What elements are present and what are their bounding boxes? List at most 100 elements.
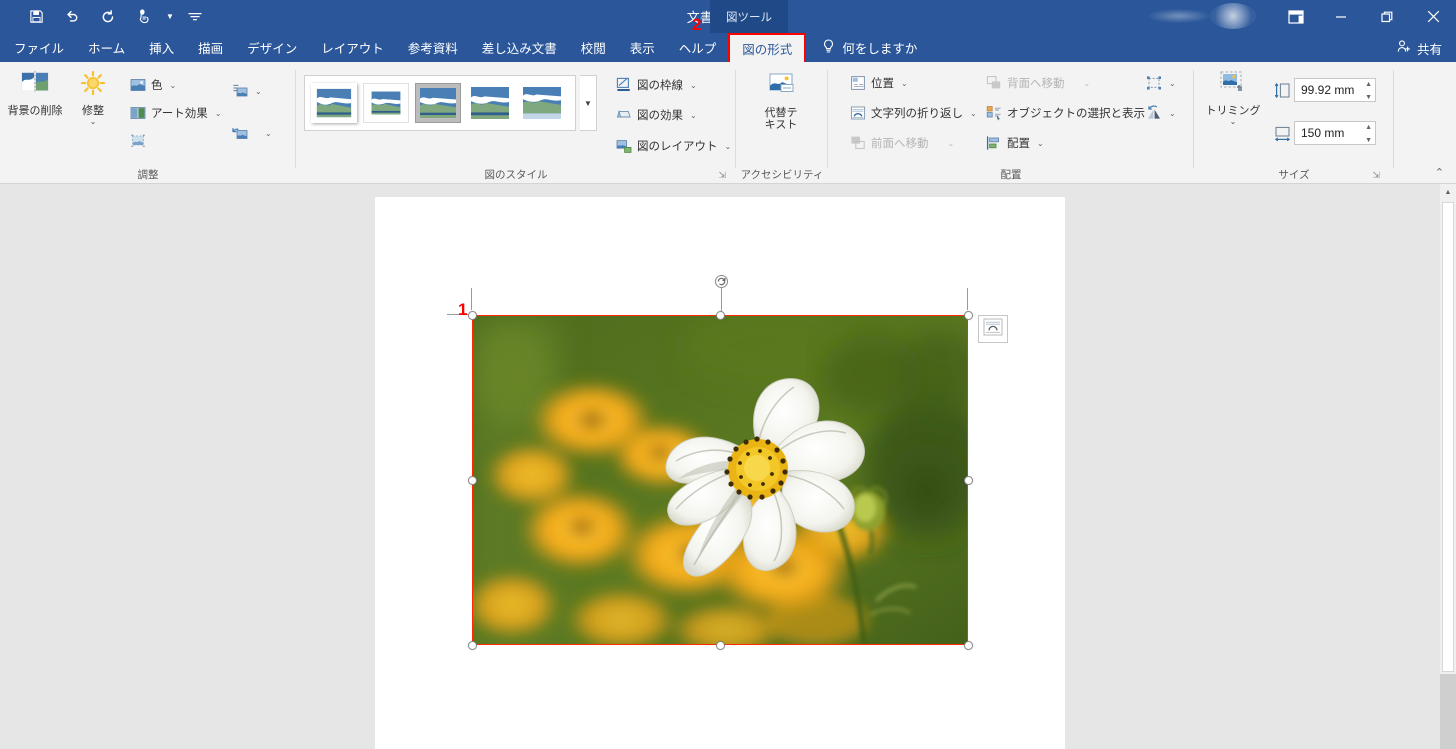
scrollbar-track[interactable] — [1440, 674, 1456, 749]
position-button[interactable]: 位置 ⌄ — [850, 72, 908, 94]
share-person-icon — [1396, 39, 1411, 57]
picture-styles-gallery[interactable] — [304, 75, 576, 131]
picture-layout-button[interactable]: 図のレイアウト ⌄ — [616, 135, 731, 157]
artistic-effects-button[interactable]: アート効果 ⌄ — [130, 102, 222, 124]
color-button[interactable]: 色 ⌄ — [130, 74, 176, 96]
size-dialog-launcher[interactable]: ⇲ — [1372, 170, 1380, 181]
selection-pane-button[interactable]: オブジェクトの選択と表示 — [986, 102, 1145, 124]
crop-guide-line-top-right — [967, 288, 968, 310]
picture-style-thumb[interactable] — [519, 83, 565, 123]
ribbon-display-options-icon[interactable] — [1274, 0, 1318, 33]
color-label: 色 — [151, 80, 163, 92]
wrap-text-label: 文字列の折り返し — [871, 108, 963, 120]
picture-style-thumb[interactable] — [415, 83, 461, 123]
undo-icon[interactable] — [54, 3, 90, 31]
group-objects-chevron-down-icon[interactable]: ⌄ — [1169, 79, 1176, 88]
resize-handle-middle-left[interactable] — [468, 476, 477, 485]
shape-height-input[interactable]: 99.92 mm ▲ ▼ — [1294, 78, 1376, 102]
group-objects-button[interactable]: ⌄ — [1146, 72, 1176, 94]
tab-insert[interactable]: 挿入 — [137, 33, 186, 62]
picture-style-thumb[interactable] — [467, 83, 513, 123]
close-icon[interactable] — [1410, 0, 1456, 33]
color-icon — [130, 77, 146, 93]
tab-design[interactable]: デザイン — [235, 33, 309, 62]
align-chevron-down-icon[interactable]: ⌄ — [1037, 139, 1044, 148]
tab-picture-format[interactable]: 図の形式 — [728, 33, 807, 62]
wrap-text-button[interactable]: 文字列の折り返し ⌄ — [850, 102, 977, 124]
remove-background-button[interactable]: 背景の削除 — [4, 70, 66, 117]
picture-styles-more-button[interactable]: ▼ — [580, 75, 597, 131]
resize-handle-top-center[interactable] — [716, 311, 725, 320]
vertical-scrollbar[interactable]: ▲ — [1440, 184, 1456, 749]
picture-border-chevron-down-icon[interactable]: ⌄ — [690, 81, 697, 90]
tab-review[interactable]: 校閲 — [569, 33, 618, 62]
shape-width-value: 150 mm — [1301, 126, 1345, 140]
rotate-objects-button[interactable]: ⌄ — [1146, 102, 1176, 124]
picture-styles-dialog-launcher[interactable]: ⇲ — [718, 170, 726, 181]
rotate-objects-chevron-down-icon[interactable]: ⌄ — [1169, 109, 1176, 118]
reset-picture-button[interactable]: ⌄ — [232, 122, 272, 144]
tab-file[interactable]: ファイル — [0, 33, 76, 62]
corrections-button[interactable]: 修整 ⌄ — [62, 70, 124, 126]
shape-height-stepper[interactable]: ▲ ▼ — [1365, 81, 1372, 101]
compress-pictures-icon — [232, 83, 248, 99]
tab-mailings[interactable]: 差し込み文書 — [470, 33, 569, 62]
wrap-text-chevron-down-icon[interactable]: ⌄ — [970, 109, 977, 118]
tab-view[interactable]: 表示 — [618, 33, 667, 62]
picture-layout-chevron-down-icon[interactable]: ⌄ — [725, 142, 732, 151]
scroll-up-icon[interactable]: ▲ — [1440, 184, 1456, 200]
tab-home[interactable]: ホーム — [76, 33, 137, 62]
position-label: 位置 — [871, 78, 894, 90]
tab-layout[interactable]: レイアウト — [309, 33, 396, 62]
crop-button[interactable]: トリミング ⌄ — [1202, 70, 1264, 126]
ribbon-group-arrange: 位置 ⌄ 文字列の折り返し ⌄ 前面へ移動 ⌄ 背面へ移動 ⌄ オブジェクトの選… — [828, 62, 1194, 184]
alt-text-button[interactable]: 代替テ キスト — [750, 72, 812, 132]
corrections-chevron-down-icon[interactable]: ⌄ — [90, 117, 97, 126]
picture-style-thumb[interactable] — [311, 83, 357, 123]
reset-picture-chevron-down-icon[interactable]: ⌄ — [265, 129, 272, 138]
tab-draw[interactable]: 描画 — [186, 33, 235, 62]
compress-pictures-button[interactable]: ⌄ — [232, 80, 262, 102]
resize-handle-top-left[interactable] — [468, 311, 477, 320]
color-chevron-down-icon[interactable]: ⌄ — [170, 81, 177, 90]
tab-help[interactable]: ヘルプ — [667, 33, 729, 62]
touch-mouse-mode-icon[interactable] — [126, 3, 162, 31]
picture-effects-button[interactable]: 図の効果 ⌄ — [616, 104, 697, 126]
rotate-handle-icon[interactable] — [714, 274, 729, 289]
resize-handle-middle-right[interactable] — [964, 476, 973, 485]
artistic-effects-chevron-down-icon[interactable]: ⌄ — [215, 109, 222, 118]
picture-border-button[interactable]: 図の枠線 ⌄ — [616, 74, 697, 96]
contextual-tab-group-label: 図ツール — [710, 0, 788, 33]
lightbulb-icon — [822, 38, 835, 57]
resize-handle-bottom-center[interactable] — [716, 641, 725, 650]
tab-references[interactable]: 参考資料 — [396, 33, 470, 62]
transparency-button[interactable] — [130, 130, 146, 152]
shape-width-input[interactable]: 150 mm ▲ ▼ — [1294, 121, 1376, 145]
picture-effects-chevron-down-icon[interactable]: ⌄ — [690, 111, 697, 120]
picture-border-icon — [616, 77, 632, 93]
tell-me-search[interactable]: 何をしますか — [806, 33, 917, 62]
crop-chevron-down-icon[interactable]: ⌄ — [1230, 117, 1237, 126]
redo-icon[interactable] — [90, 3, 126, 31]
restore-icon[interactable] — [1364, 0, 1410, 33]
minimize-icon[interactable] — [1318, 0, 1364, 33]
touch-mode-chevron-down-icon[interactable]: ▼ — [162, 3, 178, 31]
picture-style-thumb[interactable] — [363, 83, 409, 123]
resize-handle-top-right[interactable] — [964, 311, 973, 320]
position-chevron-down-icon[interactable]: ⌄ — [901, 79, 908, 88]
save-icon[interactable] — [18, 3, 54, 31]
alt-text-label-line1: 代替テ — [764, 106, 798, 119]
align-label: 配置 — [1007, 138, 1030, 150]
picture-layout-label: 図のレイアウト — [637, 141, 718, 153]
compress-pictures-chevron-down-icon[interactable]: ⌄ — [255, 87, 262, 96]
resize-handle-bottom-left[interactable] — [468, 641, 477, 650]
collapse-ribbon-button[interactable]: ⌃ — [1435, 166, 1444, 179]
layout-options-button[interactable] — [978, 315, 1008, 343]
customize-quick-access-icon[interactable] — [178, 3, 212, 31]
shape-width-stepper[interactable]: ▲ ▼ — [1365, 124, 1372, 144]
align-button[interactable]: 配置 ⌄ — [986, 132, 1044, 154]
share-button[interactable]: 共有 — [1396, 36, 1442, 60]
scrollbar-thumb[interactable] — [1442, 202, 1454, 672]
resize-handle-bottom-right[interactable] — [964, 641, 973, 650]
selected-picture[interactable] — [472, 315, 968, 645]
